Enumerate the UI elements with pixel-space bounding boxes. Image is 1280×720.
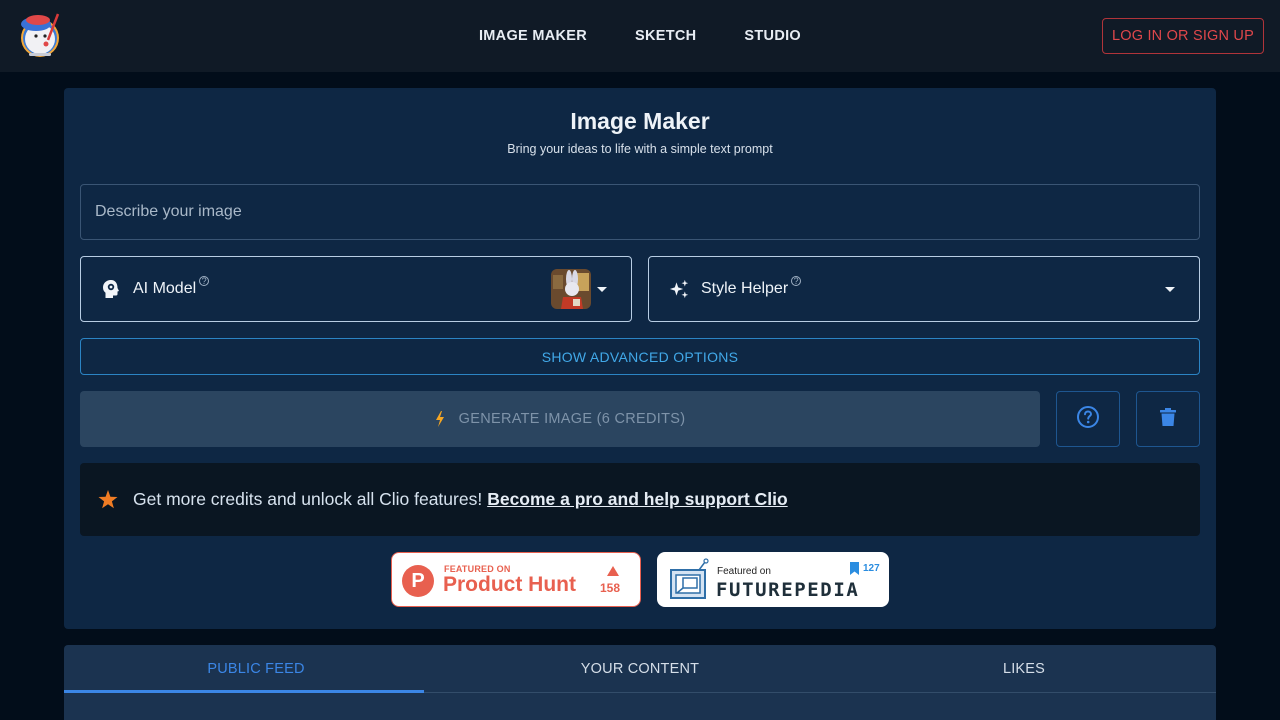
- tab-public-feed[interactable]: PUBLIC FEED: [64, 645, 448, 692]
- help-button[interactable]: [1056, 391, 1120, 447]
- pro-upgrade-banner: Get more credits and unlock all Clio fea…: [80, 463, 1200, 536]
- product-hunt-upvote-count: 158: [600, 581, 621, 595]
- top-bar: IMAGE MAKER SKETCH STUDIO LOG IN OR SIGN…: [0, 0, 1280, 72]
- ai-model-select[interactable]: AI Model ?: [80, 256, 632, 322]
- nav-image-maker[interactable]: IMAGE MAKER: [455, 28, 611, 44]
- upvote-icon: [607, 566, 619, 576]
- futurepedia-logo-icon: [669, 558, 709, 607]
- head-gear-icon: [101, 279, 121, 299]
- login-signup-button[interactable]: LOG IN OR SIGN UP: [1102, 18, 1264, 54]
- prompt-field: [80, 184, 1200, 240]
- active-tab-indicator: [64, 690, 424, 693]
- futurepedia-bookmark-count: 127: [863, 563, 880, 574]
- futurepedia-badge[interactable]: Featured on FUTUREPEDIA 127: [657, 552, 889, 607]
- star-icon: [98, 490, 118, 509]
- nav-sketch[interactable]: SKETCH: [611, 28, 720, 44]
- style-helper-select[interactable]: Style Helper ?: [648, 256, 1200, 322]
- product-hunt-logo-icon: P: [402, 565, 434, 597]
- generate-image-button[interactable]: GENERATE IMAGE (6 CREDITS): [80, 391, 1040, 447]
- bookmark-icon: [850, 562, 859, 575]
- show-advanced-options-button[interactable]: SHOW ADVANCED OPTIONS: [80, 338, 1200, 375]
- futurepedia-name: FUTUREPEDIA: [716, 579, 860, 601]
- nav-studio[interactable]: STUDIO: [720, 28, 825, 44]
- help-circle-icon: [1076, 405, 1100, 434]
- tab-likes[interactable]: LIKES: [832, 645, 1216, 692]
- become-pro-link[interactable]: Become a pro and help support Clio: [487, 489, 787, 510]
- feed-tabs: PUBLIC FEED YOUR CONTENT LIKES: [64, 645, 1216, 693]
- page-subtitle: Bring your ideas to life with a simple t…: [507, 142, 773, 156]
- lightning-icon: [435, 411, 445, 427]
- selected-model-thumbnail: [551, 269, 591, 309]
- ai-model-label: AI Model: [133, 280, 197, 297]
- feed-section: PUBLIC FEED YOUR CONTENT LIKES: [64, 645, 1216, 720]
- promo-text: Get more credits and unlock all Clio fea…: [133, 489, 483, 509]
- prompt-input[interactable]: [81, 185, 1199, 239]
- trash-icon: [1160, 407, 1176, 431]
- generate-image-label: GENERATE IMAGE (6 CREDITS): [458, 411, 686, 427]
- tab-your-content[interactable]: YOUR CONTENT: [448, 645, 832, 692]
- style-helper-label: Style Helper: [701, 280, 789, 297]
- main-nav: IMAGE MAKER SKETCH STUDIO: [0, 0, 1280, 72]
- chevron-down-icon: [597, 287, 607, 292]
- futurepedia-bookmarks: 127: [850, 562, 880, 575]
- product-hunt-badge[interactable]: P FEATURED ON Product Hunt 158: [391, 552, 641, 607]
- page-title: Image Maker: [570, 108, 710, 134]
- delete-button[interactable]: [1136, 391, 1200, 447]
- futurepedia-featured-text: Featured on: [717, 566, 771, 577]
- product-hunt-name: Product Hunt: [443, 573, 576, 596]
- style-helper-help-icon[interactable]: ?: [791, 276, 802, 286]
- image-maker-panel: Image Maker Bring your ideas to life wit…: [64, 88, 1216, 629]
- chevron-down-icon: [1165, 287, 1175, 292]
- ai-model-help-icon[interactable]: ?: [199, 276, 210, 286]
- sparkles-icon: [669, 279, 689, 299]
